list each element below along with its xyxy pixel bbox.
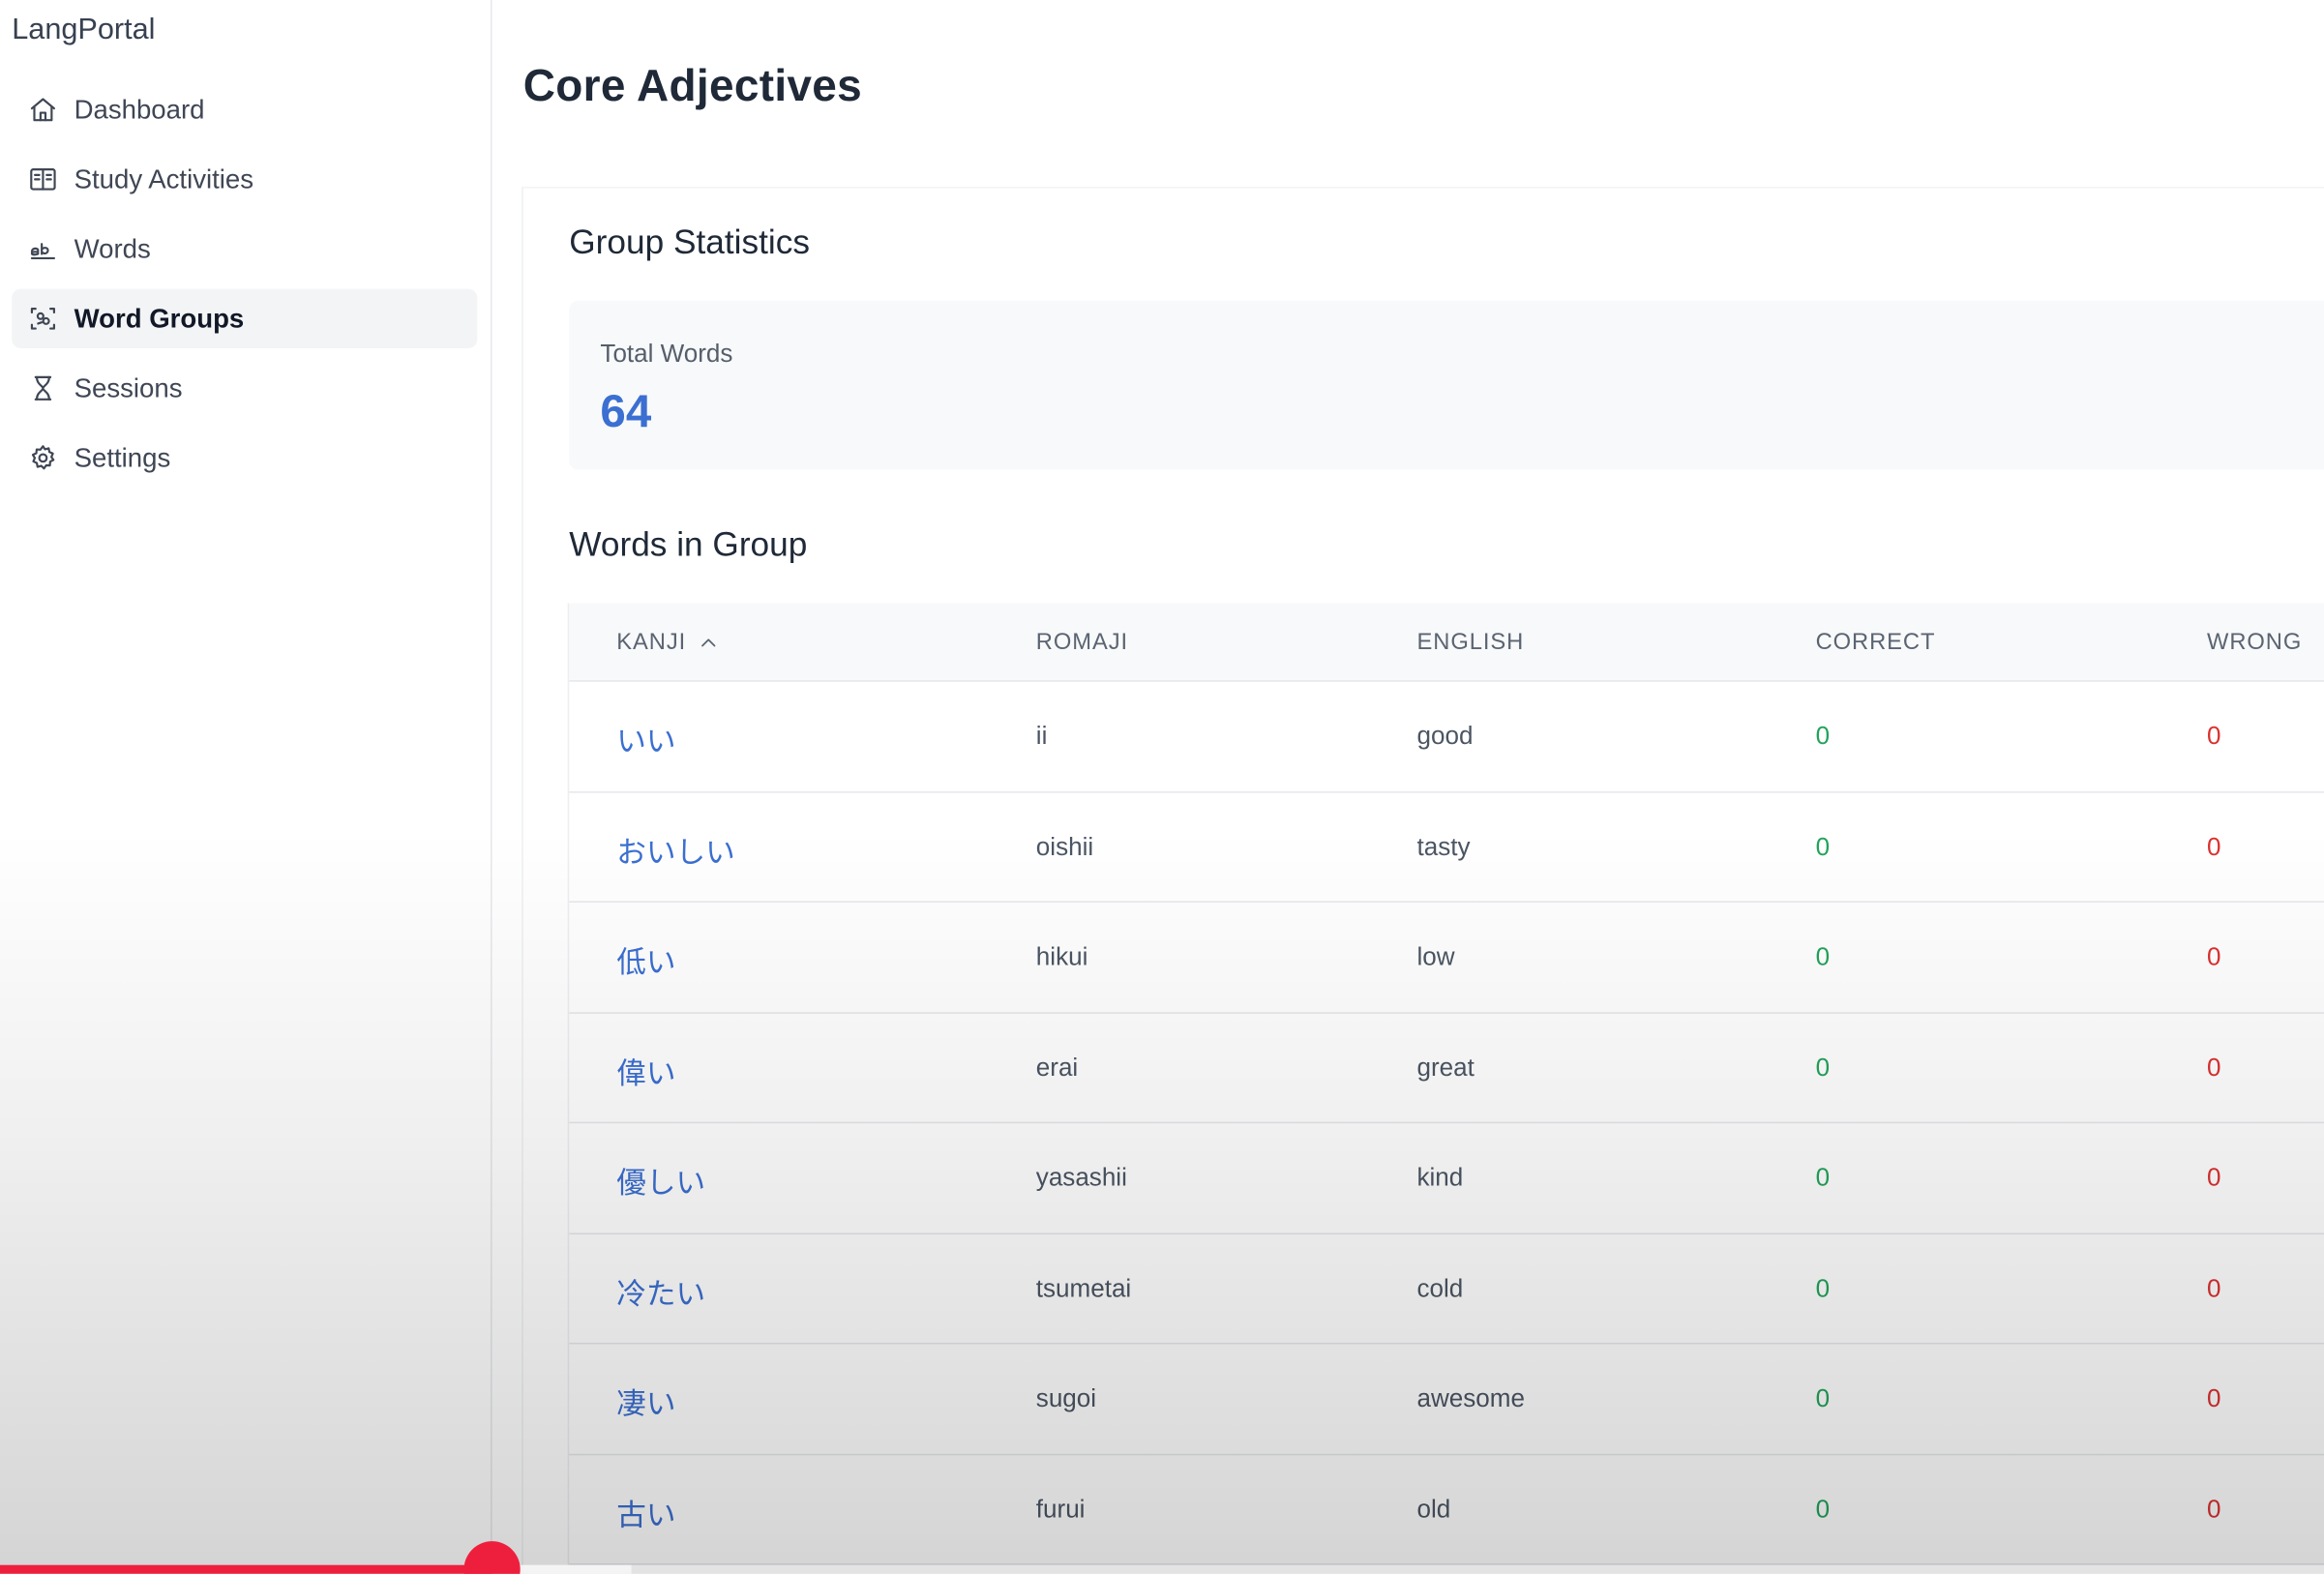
sidebar-item-label: Sessions: [74, 372, 183, 402]
words-table: KANJI ROMAJI ENGLISH CORRECT WRONG いい ii…: [567, 603, 2324, 1565]
group-statistics-heading: Group Statistics: [569, 222, 810, 261]
word-romaji: furui: [1035, 1494, 1086, 1524]
sidebar-item-words[interactable]: Words: [12, 220, 477, 279]
chevron-up-icon: [701, 639, 716, 647]
correct-count: 0: [1815, 942, 1831, 971]
sidebar-item-label: Settings: [74, 442, 171, 472]
home-icon: [28, 95, 58, 125]
column-header-english[interactable]: ENGLISH: [1416, 630, 1524, 657]
word-english: awesome: [1416, 1383, 1525, 1412]
wrong-count: 0: [2206, 1163, 2221, 1192]
video-played-bar: [0, 1564, 493, 1574]
table-row: 古い furui old 0 0: [569, 1455, 2324, 1565]
total-words-stat: Total Words 64: [569, 300, 2324, 470]
word-romaji: oishii: [1035, 832, 1094, 861]
word-english: good: [1416, 722, 1474, 751]
word-romaji: sugoi: [1035, 1383, 1097, 1412]
table-row: おいしい oishii tasty 0 0: [569, 792, 2324, 903]
word-romaji: yasashii: [1035, 1163, 1127, 1192]
word-romaji: hikui: [1035, 942, 1088, 971]
word-english: old: [1416, 1494, 1451, 1524]
wrong-count: 0: [2206, 1273, 2221, 1302]
word-kanji-link[interactable]: おいしい: [616, 828, 735, 871]
gear-icon: [28, 443, 58, 473]
word-kanji-link[interactable]: 低い: [616, 938, 675, 981]
sidebar-item-study-activities[interactable]: Study Activities: [12, 150, 477, 209]
correct-count: 0: [1815, 1494, 1831, 1524]
video-progress-bar[interactable]: [0, 1541, 2324, 1574]
word-romaji: tsumetai: [1035, 1273, 1132, 1302]
table-row: いい ii good 0 0: [569, 682, 2324, 792]
sidebar: LangPortal Dashboard Study Activities Wo…: [0, 0, 492, 1574]
table-header: KANJI ROMAJI ENGLISH CORRECT WRONG: [569, 603, 2324, 682]
wrong-count: 0: [2206, 832, 2221, 861]
column-header-romaji[interactable]: ROMAJI: [1036, 630, 1128, 657]
hourglass-icon: [28, 373, 58, 403]
word-kanji-link[interactable]: 古い: [616, 1490, 675, 1532]
sidebar-item-label: Dashboard: [74, 94, 205, 124]
correct-count: 0: [1815, 1163, 1831, 1192]
app-title[interactable]: LangPortal: [12, 14, 155, 47]
spell-check-icon: [28, 234, 58, 264]
sidebar-item-label: Word Groups: [74, 303, 245, 333]
sidebar-item-sessions[interactable]: Sessions: [12, 359, 477, 418]
column-header-kanji[interactable]: KANJI: [616, 630, 719, 657]
table-row: 偉い erai great 0 0: [569, 1013, 2324, 1124]
table-row: 凄い sugoi awesome 0 0: [569, 1344, 2324, 1455]
word-romaji: ii: [1035, 722, 1048, 751]
sidebar-item-word-groups[interactable]: Word Groups: [12, 288, 478, 348]
word-kanji-link[interactable]: 凄い: [616, 1380, 675, 1422]
word-english: tasty: [1416, 832, 1471, 861]
correct-count: 0: [1815, 722, 1831, 751]
words-in-group-heading: Words in Group: [569, 524, 808, 564]
sidebar-item-label: Words: [74, 233, 151, 263]
word-kanji-link[interactable]: いい: [616, 717, 675, 759]
table-row: 冷たい tsumetai cold 0 0: [569, 1233, 2324, 1345]
sidebar-nav: Dashboard Study Activities Words Word Gr…: [12, 80, 478, 498]
wrong-count: 0: [2206, 722, 2221, 751]
column-header-correct[interactable]: CORRECT: [1816, 630, 1936, 657]
correct-count: 0: [1815, 1053, 1831, 1082]
correct-count: 0: [1815, 1273, 1831, 1302]
wrong-count: 0: [2206, 1494, 2221, 1524]
wrong-count: 0: [2206, 942, 2221, 971]
word-kanji-link[interactable]: 偉い: [616, 1049, 675, 1091]
correct-count: 0: [1815, 1383, 1831, 1412]
column-header-label: KANJI: [616, 630, 687, 656]
total-words-value: 64: [600, 385, 652, 437]
table-row: 優しい yasashii kind 0 0: [569, 1123, 2324, 1234]
word-kanji-link[interactable]: 冷たい: [616, 1269, 705, 1312]
word-english: cold: [1416, 1273, 1464, 1302]
app-window: LangPortal Dashboard Study Activities Wo…: [0, 0, 2324, 1574]
scan-text-icon: [28, 304, 58, 334]
total-words-label: Total Words: [600, 339, 733, 368]
word-english: low: [1416, 942, 1455, 971]
main-content: Core Adjectives Group Statistics Total W…: [492, 0, 2324, 1574]
sidebar-item-settings[interactable]: Settings: [12, 429, 477, 488]
wrong-count: 0: [2206, 1383, 2221, 1412]
word-english: great: [1416, 1053, 1475, 1082]
correct-count: 0: [1815, 832, 1831, 861]
word-kanji-link[interactable]: 優しい: [616, 1159, 705, 1202]
sidebar-item-dashboard[interactable]: Dashboard: [12, 80, 477, 139]
column-header-wrong[interactable]: WRONG: [2207, 630, 2302, 657]
table-row: 低い hikui low 0 0: [569, 903, 2324, 1014]
page-title: Core Adjectives: [522, 62, 863, 111]
word-romaji: erai: [1035, 1053, 1079, 1082]
sidebar-item-label: Study Activities: [74, 163, 254, 193]
book-open-icon: [28, 164, 58, 194]
wrong-count: 0: [2206, 1053, 2221, 1082]
word-english: kind: [1416, 1163, 1464, 1192]
